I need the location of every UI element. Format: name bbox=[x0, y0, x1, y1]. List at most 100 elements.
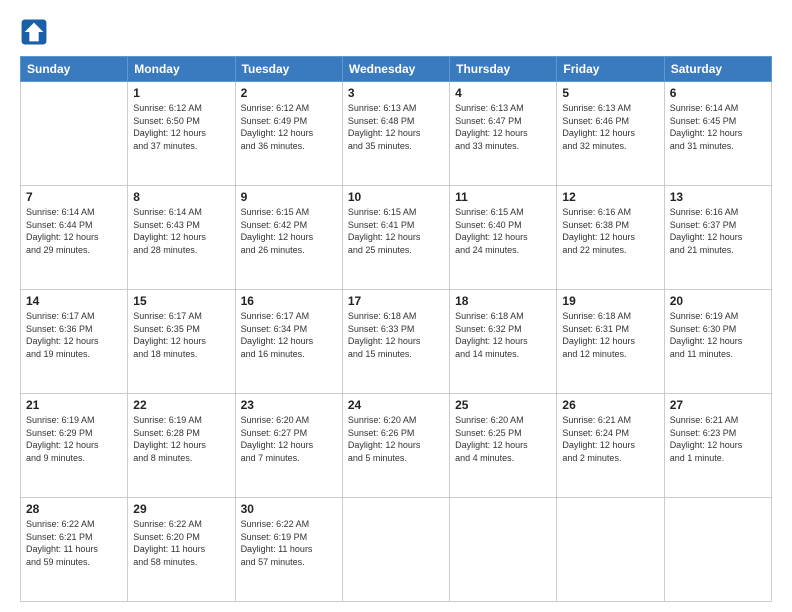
calendar-cell: 24 Sunrise: 6:20 AMSunset: 6:26 PMDayligh… bbox=[342, 394, 449, 498]
day-info: Sunrise: 6:12 AMSunset: 6:49 PMDaylight:… bbox=[241, 102, 337, 152]
calendar-header-wednesday: Wednesday bbox=[342, 57, 449, 82]
day-info: Sunrise: 6:19 AMSunset: 6:30 PMDaylight:… bbox=[670, 310, 766, 360]
day-number: 28 bbox=[26, 502, 122, 516]
calendar-cell bbox=[450, 498, 557, 602]
day-number: 1 bbox=[133, 86, 229, 100]
day-number: 16 bbox=[241, 294, 337, 308]
calendar-cell: 26 Sunrise: 6:21 AMSunset: 6:24 PMDayligh… bbox=[557, 394, 664, 498]
day-info: Sunrise: 6:13 AMSunset: 6:47 PMDaylight:… bbox=[455, 102, 551, 152]
calendar-cell: 8 Sunrise: 6:14 AMSunset: 6:43 PMDaylight… bbox=[128, 186, 235, 290]
day-info: Sunrise: 6:17 AMSunset: 6:36 PMDaylight:… bbox=[26, 310, 122, 360]
day-info: Sunrise: 6:15 AMSunset: 6:40 PMDaylight:… bbox=[455, 206, 551, 256]
calendar-cell: 10 Sunrise: 6:15 AMSunset: 6:41 PMDayligh… bbox=[342, 186, 449, 290]
day-number: 9 bbox=[241, 190, 337, 204]
day-info: Sunrise: 6:19 AMSunset: 6:29 PMDaylight:… bbox=[26, 414, 122, 464]
calendar-cell: 29Sunrise: 6:22 AMSunset: 6:20 PMDayligh… bbox=[128, 498, 235, 602]
calendar-cell: 28 Sunrise: 6:22 AMSunset: 6:21 PMDayligh… bbox=[21, 498, 128, 602]
day-number: 22 bbox=[133, 398, 229, 412]
calendar-cell: 27 Sunrise: 6:21 AMSunset: 6:23 PMDayligh… bbox=[664, 394, 771, 498]
header bbox=[20, 18, 772, 46]
day-number: 10 bbox=[348, 190, 444, 204]
calendar-table: SundayMondayTuesdayWednesdayThursdayFrid… bbox=[20, 56, 772, 602]
day-number: 18 bbox=[455, 294, 551, 308]
day-number: 25 bbox=[455, 398, 551, 412]
day-number: 27 bbox=[670, 398, 766, 412]
day-number: 5 bbox=[562, 86, 658, 100]
calendar-header-saturday: Saturday bbox=[664, 57, 771, 82]
calendar-cell: 11 Sunrise: 6:15 AMSunset: 6:40 PMDayligh… bbox=[450, 186, 557, 290]
day-number: 2 bbox=[241, 86, 337, 100]
calendar-cell: 20 Sunrise: 6:19 AMSunset: 6:30 PMDayligh… bbox=[664, 290, 771, 394]
day-number: 15 bbox=[133, 294, 229, 308]
calendar-header-sunday: Sunday bbox=[21, 57, 128, 82]
calendar-cell: 25 Sunrise: 6:20 AMSunset: 6:25 PMDayligh… bbox=[450, 394, 557, 498]
calendar-header-friday: Friday bbox=[557, 57, 664, 82]
day-info: Sunrise: 6:21 AMSunset: 6:23 PMDaylight:… bbox=[670, 414, 766, 464]
day-info: Sunrise: 6:13 AMSunset: 6:46 PMDaylight:… bbox=[562, 102, 658, 152]
calendar-cell: 21 Sunrise: 6:19 AMSunset: 6:29 PMDayligh… bbox=[21, 394, 128, 498]
day-number: 24 bbox=[348, 398, 444, 412]
day-number: 14 bbox=[26, 294, 122, 308]
day-number: 12 bbox=[562, 190, 658, 204]
calendar-cell: 23 Sunrise: 6:20 AMSunset: 6:27 PMDayligh… bbox=[235, 394, 342, 498]
day-number: 21 bbox=[26, 398, 122, 412]
calendar-cell: 30 Sunrise: 6:22 AMSunset: 6:19 PMDayligh… bbox=[235, 498, 342, 602]
day-info: Sunrise: 6:18 AMSunset: 6:31 PMDaylight:… bbox=[562, 310, 658, 360]
day-info: Sunrise: 6:16 AMSunset: 6:38 PMDaylight:… bbox=[562, 206, 658, 256]
calendar-header-thursday: Thursday bbox=[450, 57, 557, 82]
day-number: 7 bbox=[26, 190, 122, 204]
day-info: Sunrise: 6:20 AMSunset: 6:25 PMDaylight:… bbox=[455, 414, 551, 464]
day-info: Sunrise: 6:22 AMSunset: 6:19 PMDaylight:… bbox=[241, 518, 337, 568]
day-number: 6 bbox=[670, 86, 766, 100]
calendar-cell bbox=[342, 498, 449, 602]
calendar-cell: 9Sunrise: 6:15 AMSunset: 6:42 PMDaylight… bbox=[235, 186, 342, 290]
day-info: Sunrise: 6:14 AMSunset: 6:45 PMDaylight:… bbox=[670, 102, 766, 152]
day-info: Sunrise: 6:22 AMSunset: 6:20 PMDaylight:… bbox=[133, 518, 229, 568]
day-number: 20 bbox=[670, 294, 766, 308]
day-info: Sunrise: 6:14 AMSunset: 6:44 PMDaylight:… bbox=[26, 206, 122, 256]
day-number: 4 bbox=[455, 86, 551, 100]
calendar-cell: 18Sunrise: 6:18 AMSunset: 6:32 PMDayligh… bbox=[450, 290, 557, 394]
day-info: Sunrise: 6:21 AMSunset: 6:24 PMDaylight:… bbox=[562, 414, 658, 464]
calendar-cell: 2 Sunrise: 6:12 AMSunset: 6:49 PMDaylight… bbox=[235, 82, 342, 186]
day-info: Sunrise: 6:13 AMSunset: 6:48 PMDaylight:… bbox=[348, 102, 444, 152]
day-number: 11 bbox=[455, 190, 551, 204]
calendar-week-4: 21 Sunrise: 6:19 AMSunset: 6:29 PMDayligh… bbox=[21, 394, 772, 498]
calendar-cell bbox=[21, 82, 128, 186]
calendar-cell: 16 Sunrise: 6:17 AMSunset: 6:34 PMDayligh… bbox=[235, 290, 342, 394]
day-number: 30 bbox=[241, 502, 337, 516]
day-info: Sunrise: 6:20 AMSunset: 6:27 PMDaylight:… bbox=[241, 414, 337, 464]
day-info: Sunrise: 6:15 AMSunset: 6:41 PMDaylight:… bbox=[348, 206, 444, 256]
calendar-header-tuesday: Tuesday bbox=[235, 57, 342, 82]
day-number: 8 bbox=[133, 190, 229, 204]
calendar-cell: 1Sunrise: 6:12 AMSunset: 6:50 PMDaylight… bbox=[128, 82, 235, 186]
calendar-week-3: 14 Sunrise: 6:17 AMSunset: 6:36 PMDayligh… bbox=[21, 290, 772, 394]
calendar-cell: 7 Sunrise: 6:14 AMSunset: 6:44 PMDaylight… bbox=[21, 186, 128, 290]
calendar-header-row: SundayMondayTuesdayWednesdayThursdayFrid… bbox=[21, 57, 772, 82]
day-number: 13 bbox=[670, 190, 766, 204]
day-info: Sunrise: 6:16 AMSunset: 6:37 PMDaylight:… bbox=[670, 206, 766, 256]
calendar-cell: 4 Sunrise: 6:13 AMSunset: 6:47 PMDaylight… bbox=[450, 82, 557, 186]
calendar-cell bbox=[664, 498, 771, 602]
day-info: Sunrise: 6:18 AMSunset: 6:33 PMDaylight:… bbox=[348, 310, 444, 360]
day-number: 19 bbox=[562, 294, 658, 308]
day-info: Sunrise: 6:20 AMSunset: 6:26 PMDaylight:… bbox=[348, 414, 444, 464]
day-info: Sunrise: 6:14 AMSunset: 6:43 PMDaylight:… bbox=[133, 206, 229, 256]
calendar-week-1: 1Sunrise: 6:12 AMSunset: 6:50 PMDaylight… bbox=[21, 82, 772, 186]
calendar-cell: 6 Sunrise: 6:14 AMSunset: 6:45 PMDaylight… bbox=[664, 82, 771, 186]
calendar-cell: 15Sunrise: 6:17 AMSunset: 6:35 PMDayligh… bbox=[128, 290, 235, 394]
day-number: 26 bbox=[562, 398, 658, 412]
calendar-cell: 5 Sunrise: 6:13 AMSunset: 6:46 PMDaylight… bbox=[557, 82, 664, 186]
calendar-cell: 12 Sunrise: 6:16 AMSunset: 6:38 PMDayligh… bbox=[557, 186, 664, 290]
day-number: 23 bbox=[241, 398, 337, 412]
calendar-cell: 22Sunrise: 6:19 AMSunset: 6:28 PMDayligh… bbox=[128, 394, 235, 498]
day-info: Sunrise: 6:22 AMSunset: 6:21 PMDaylight:… bbox=[26, 518, 122, 568]
calendar-cell: 17Sunrise: 6:18 AMSunset: 6:33 PMDayligh… bbox=[342, 290, 449, 394]
calendar-week-5: 28 Sunrise: 6:22 AMSunset: 6:21 PMDayligh… bbox=[21, 498, 772, 602]
day-info: Sunrise: 6:17 AMSunset: 6:34 PMDaylight:… bbox=[241, 310, 337, 360]
calendar-header-monday: Monday bbox=[128, 57, 235, 82]
calendar-cell: 14 Sunrise: 6:17 AMSunset: 6:36 PMDayligh… bbox=[21, 290, 128, 394]
calendar-cell: 19 Sunrise: 6:18 AMSunset: 6:31 PMDayligh… bbox=[557, 290, 664, 394]
logo bbox=[20, 18, 52, 46]
day-number: 3 bbox=[348, 86, 444, 100]
